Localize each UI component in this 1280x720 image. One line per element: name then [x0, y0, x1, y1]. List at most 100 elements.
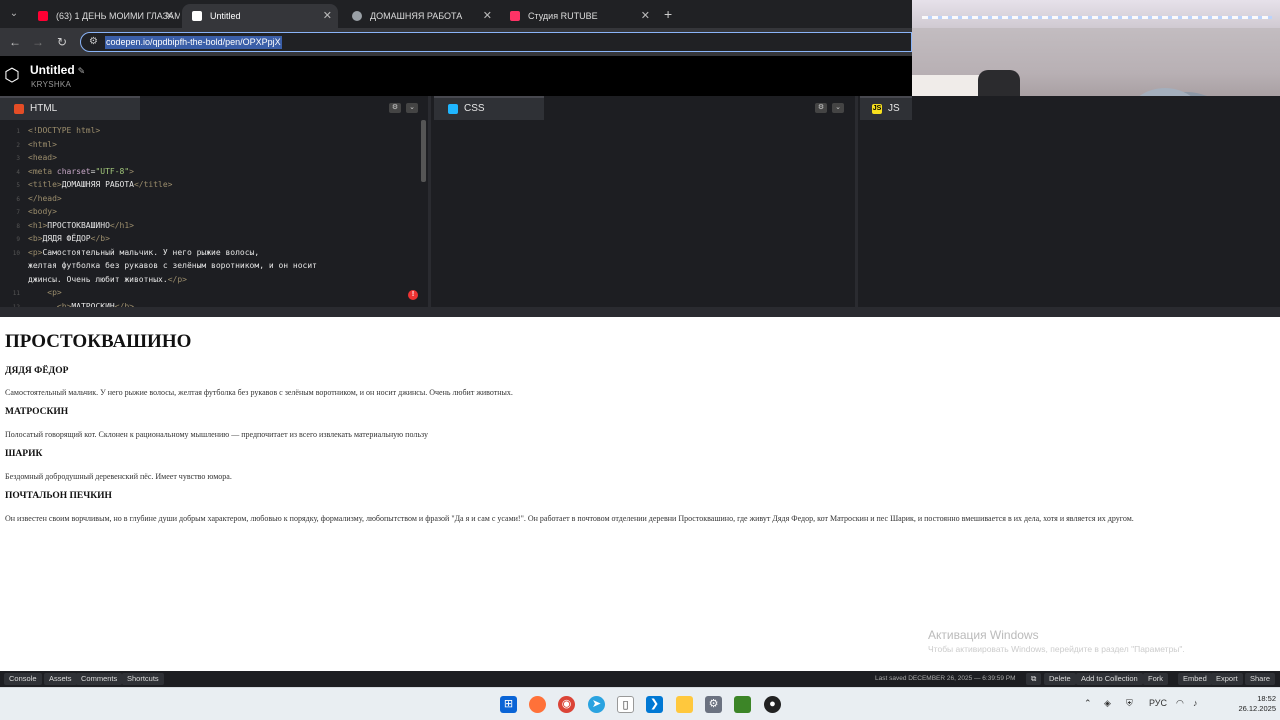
code-token: <meta — [28, 166, 57, 176]
file-icon[interactable]: ▯ — [617, 696, 634, 713]
line-number: 10 — [12, 249, 20, 257]
code-token: </p> — [167, 274, 187, 284]
result-preview: ПРОСТОКВАШИНО ДЯДЯ ФЁДОР Самостоятельный… — [0, 317, 1280, 671]
chevron-down-icon[interactable]: ⌄ — [406, 103, 418, 113]
firefox-icon[interactable] — [529, 696, 546, 713]
preview-heading: ПРОСТОКВАШИНО — [5, 331, 192, 352]
site-info-icon[interactable]: ⚙ — [89, 36, 98, 47]
forward-icon[interactable]: → — [29, 33, 47, 51]
pane-label: JS — [888, 103, 900, 114]
code-line[interactable]: желтая футболка без рукавов с зелёным во… — [0, 259, 420, 273]
tray-app-icon[interactable]: ◈ — [1104, 698, 1111, 709]
external-link-icon[interactable]: ⧉ — [1026, 673, 1042, 685]
line-number: 3 — [16, 155, 20, 162]
windows-start-icon[interactable]: ⊞ — [500, 696, 517, 713]
embed-button[interactable]: Embed — [1178, 673, 1212, 685]
tab-js[interactable]: JS JS — [860, 96, 912, 120]
chevron-down-icon[interactable]: ⌄ — [832, 103, 844, 113]
code-token: <p> — [28, 247, 43, 257]
html-code-editor[interactable]: 1 <!DOCTYPE html> 2 <html> 3 <head> 4 <meta cha… — [0, 120, 425, 307]
youtube-icon — [38, 11, 48, 21]
chrome-icon[interactable]: ◉ — [558, 696, 575, 713]
line-number: 11 — [12, 290, 20, 297]
tab-title: Студия RUTUBE — [528, 11, 598, 21]
pencil-icon[interactable]: ✎ — [78, 66, 86, 76]
pen-title[interactable]: Untitled ✎ — [30, 63, 85, 77]
telegram-icon[interactable]: ➤ — [588, 696, 605, 713]
code-line[interactable]: 11 <p> — [0, 286, 420, 300]
obs-icon[interactable]: ● — [764, 696, 781, 713]
close-icon[interactable]: ✕ — [323, 4, 332, 28]
tab-search-icon[interactable]: ⌄ — [6, 6, 22, 22]
css-icon — [448, 104, 458, 114]
browser-tab-homework[interactable]: ДОМАШНЯЯ РАБОТА ✕ — [342, 4, 498, 28]
volume-icon[interactable]: ♪ — [1193, 698, 1198, 708]
pane-divider[interactable] — [428, 96, 431, 307]
tab-css[interactable]: CSS — [434, 96, 544, 120]
vscode-icon[interactable]: ❯ — [646, 696, 663, 713]
codepen-logo-icon[interactable]: ⬡ — [4, 64, 26, 86]
code-line[interactable]: 3 <head> — [0, 151, 420, 165]
code-line[interactable]: 7 <body> — [0, 205, 420, 219]
close-icon[interactable]: ✕ — [165, 4, 174, 28]
clock-time: 18:52 — [1257, 694, 1276, 703]
code-token: <title> — [28, 180, 62, 189]
code-line[interactable]: 1 <!DOCTYPE html> — [0, 124, 420, 138]
folder-icon[interactable] — [676, 696, 693, 713]
browser-tab-untitled[interactable]: Untitled ✕ — [182, 4, 338, 28]
error-icon[interactable]: ! — [408, 290, 418, 300]
new-tab-button[interactable]: + — [664, 6, 672, 22]
tab-html[interactable]: HTML — [0, 96, 140, 120]
code-token: > — [129, 166, 134, 176]
tray-chevron-up-icon[interactable]: ⌃ — [1084, 698, 1092, 709]
code-line[interactable]: 4 <meta charset="UTF-8"> — [0, 165, 420, 179]
clock-date: 26.12.2025 — [1238, 704, 1276, 713]
input-language[interactable]: РУС — [1149, 698, 1167, 708]
delete-button[interactable]: Delete — [1044, 673, 1076, 685]
code-token: ДОМАШНЯЯ РАБОТА — [61, 180, 134, 189]
browser-tab-youtube[interactable]: (63) 1 ДЕНЬ МОИМИ ГЛАЗАМ ✕ — [28, 4, 180, 28]
minecraft-icon[interactable] — [734, 696, 751, 713]
preview-section-text: Самостоятельный мальчик. У него рыжие во… — [5, 388, 513, 397]
settings-icon[interactable]: ⚙ — [389, 103, 401, 113]
preview-resize-handle[interactable] — [0, 307, 1280, 317]
code-line[interactable]: 5 <title>ДОМАШНЯЯ РАБОТА</title> — [0, 178, 420, 192]
html-icon — [14, 104, 24, 114]
code-token: джинсы. Очень любит животных. — [28, 274, 168, 284]
browser-tab-rutube[interactable]: Студия RUTUBE ✕ — [500, 4, 656, 28]
code-line[interactable]: 8 <h1>ПРОСТОКВАШИНО</h1> — [0, 219, 420, 233]
comments-button[interactable]: Comments — [76, 673, 123, 685]
code-line[interactable]: 2 <html> — [0, 138, 420, 152]
url-text[interactable]: codepen.io/qpdbipfh-the-bold/pen/OPXPpjX — [105, 36, 282, 49]
shortcuts-button[interactable]: Shortcuts — [122, 673, 164, 685]
pane-divider[interactable] — [855, 96, 858, 307]
system-clock[interactable]: 18:52 26.12.2025 — [1212, 694, 1276, 714]
console-button[interactable]: Console — [4, 673, 42, 685]
close-icon[interactable]: ✕ — [641, 4, 650, 28]
code-line[interactable]: 9 <b>ДЯДЯ ФЁДОР</b> — [0, 232, 420, 246]
address-bar[interactable]: ⚙ codepen.io/qpdbipfh-the-bold/pen/OPXPp… — [80, 32, 912, 52]
reload-icon[interactable]: ↻ — [53, 33, 71, 51]
pen-author[interactable]: KRYSHKA — [31, 80, 71, 89]
line-number: 8 — [16, 222, 20, 230]
fork-button[interactable]: Fork — [1143, 673, 1168, 685]
code-line[interactable]: 6 </head> — [0, 192, 420, 206]
code-token: <body> — [28, 207, 57, 216]
editor-scrollbar[interactable] — [421, 120, 426, 182]
settings-icon[interactable]: ⚙ — [815, 103, 827, 113]
export-button[interactable]: Export — [1211, 673, 1243, 685]
back-icon[interactable]: ← — [6, 33, 24, 51]
tray-security-icon[interactable]: ⛨ — [1126, 698, 1133, 709]
code-line[interactable]: 10 <p>Самостоятельный мальчик. У него рыж… — [0, 246, 420, 260]
share-button[interactable]: Share — [1245, 673, 1276, 685]
close-icon[interactable]: ✕ — [483, 4, 492, 28]
code-token: <head> — [28, 153, 57, 162]
preview-section-title: МАТРОСКИН — [5, 407, 69, 417]
wifi-icon[interactable]: ◠ — [1176, 698, 1184, 709]
assets-button[interactable]: Assets — [44, 673, 77, 685]
settings-icon[interactable]: ⚙ — [705, 696, 722, 713]
add-to-collection-button[interactable]: Add to Collection — [1076, 673, 1143, 685]
code-line[interactable]: 12 <b>МАТРОСКИН</b> — [0, 300, 420, 308]
code-line[interactable]: джинсы. Очень любит животных.</p> — [0, 273, 420, 287]
line-number: 5 — [16, 182, 20, 189]
